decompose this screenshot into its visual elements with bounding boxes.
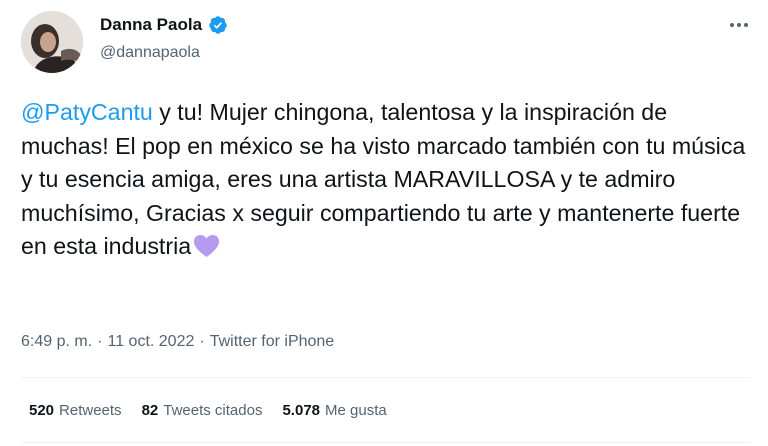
divider (21, 377, 751, 378)
likes-stat[interactable]: 5.078 Me gusta (282, 402, 386, 419)
likes-count: 5.078 (282, 402, 321, 419)
tweet-source[interactable]: Twitter for iPhone (210, 333, 335, 351)
tweet-card: Danna Paola @dannapaola @PatyCantu y tu!… (0, 0, 768, 446)
avatar[interactable] (21, 11, 83, 73)
quote-tweets-count: 82 (141, 402, 159, 419)
divider (21, 442, 751, 443)
mention-link[interactable]: @PatyCantu (21, 99, 153, 125)
tweet-time[interactable]: 6:49 p. m. (21, 333, 92, 351)
retweets-count: 520 (29, 402, 55, 419)
retweets-label: Retweets (59, 402, 122, 419)
avatar-image (21, 11, 83, 73)
author-name-row: Danna Paola (100, 15, 228, 35)
tweet-date[interactable]: 11 oct. 2022 (107, 333, 194, 351)
likes-label: Me gusta (325, 402, 387, 419)
quote-tweets-label: Tweets citados (163, 402, 263, 419)
purple-heart-icon (193, 234, 220, 258)
author-display-name[interactable]: Danna Paola (100, 15, 202, 35)
tweet-text: @PatyCantu y tu! Mujer chingona, talento… (21, 96, 756, 264)
meta-separator: · (199, 333, 205, 350)
retweets-stat[interactable]: 520 Retweets (29, 402, 122, 419)
quote-tweets-stat[interactable]: 82 Tweets citados (142, 402, 263, 419)
more-options-icon[interactable] (727, 18, 751, 32)
verified-badge-icon (208, 15, 228, 35)
tweet-stats: 520 Retweets 82 Tweets citados 5.078 Me … (29, 402, 387, 419)
tweet-meta: 6:49 p. m. · 11 oct. 2022 · Twitter for … (21, 333, 334, 351)
meta-separator: · (97, 333, 103, 350)
author-handle[interactable]: @dannapaola (100, 44, 200, 62)
